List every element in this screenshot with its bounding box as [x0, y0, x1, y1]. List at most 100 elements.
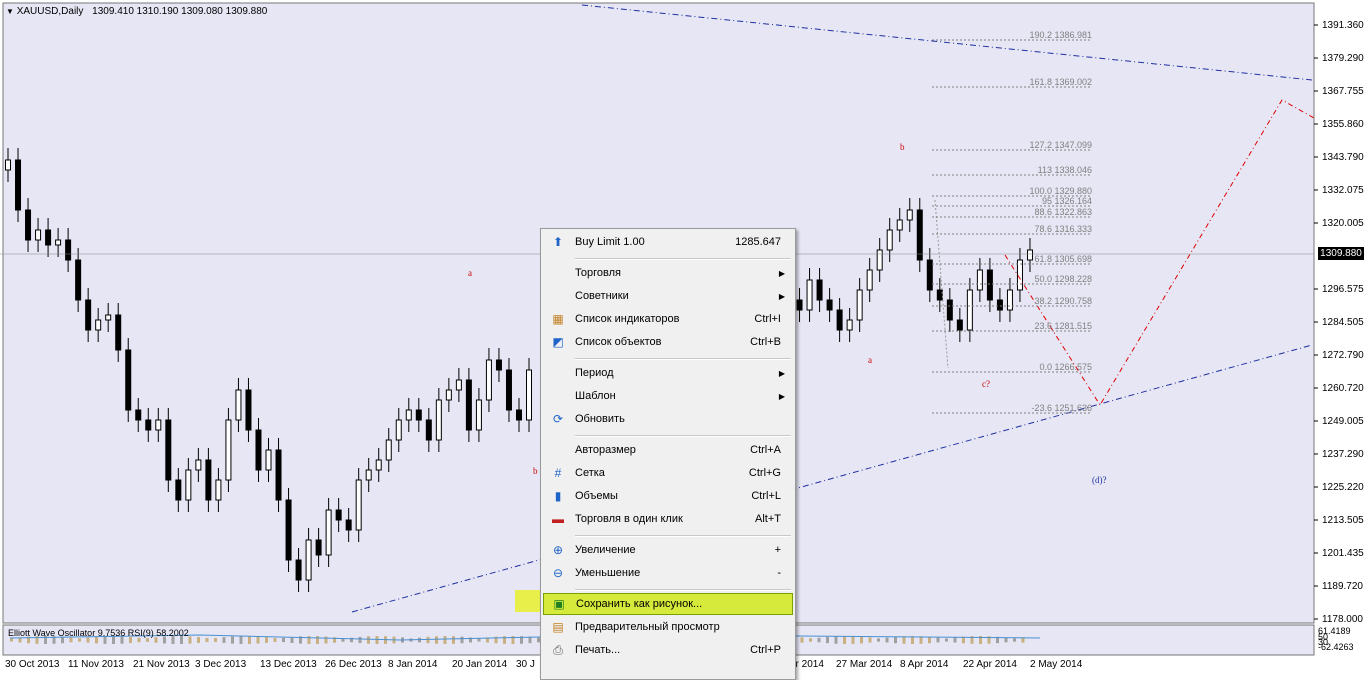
- time-tick-label: 30 Oct 2013: [5, 659, 60, 670]
- candle-body: [515, 409, 522, 421]
- oscillator-bar: [1013, 638, 1016, 642]
- candle-body: [25, 209, 32, 241]
- time-tick-label: 2 May 2014: [1030, 659, 1083, 670]
- menu-item-объемы[interactable]: ▮ Объемы Ctrl+L: [543, 485, 793, 507]
- candle-body: [415, 409, 422, 421]
- candle-body: [275, 449, 282, 501]
- time-tick-label: 21 Nov 2013: [133, 659, 190, 670]
- candle-body: [75, 259, 82, 301]
- price-tick-label: 1260.720: [1322, 383, 1364, 394]
- menu-item-сохранить-как-рисунок[interactable]: ▣ Сохранить как рисунок...: [543, 593, 793, 615]
- menu-item-no-icon: [543, 439, 573, 461]
- candle-body: [455, 379, 462, 391]
- oscillator-bar: [860, 636, 863, 644]
- candle-body: [846, 319, 853, 331]
- refresh-icon: ⟳: [552, 412, 564, 426]
- wave-label: b: [900, 142, 905, 152]
- chart-title: ▼ XAUUSD,Daily 1309.410 1310.190 1309.08…: [6, 6, 267, 17]
- candle-body: [966, 289, 973, 331]
- candle-body: [65, 239, 72, 261]
- candle-body: [205, 459, 212, 501]
- menu-item-торговля[interactable]: Торговля ▶: [543, 262, 793, 284]
- menu-item-сетка[interactable]: # Сетка Ctrl+G: [543, 462, 793, 484]
- oscillator-bar: [231, 636, 234, 644]
- price-tick-label: 1284.505: [1322, 317, 1364, 328]
- time-tick-label: 20 Jan 2014: [452, 659, 507, 670]
- fib-level-label: 127.2 1347.099: [1029, 140, 1092, 150]
- context-menu[interactable]: ⬆ Buy Limit 1.00 1285.647 Торговля ▶ Советник…: [540, 228, 796, 680]
- oscillator-bar: [809, 638, 812, 642]
- price-tick-label: 1355.860: [1322, 119, 1364, 130]
- zoom-out-icon: ⊖: [552, 566, 564, 580]
- time-tick-label: 30 J: [516, 659, 535, 670]
- menu-item-уменьшение[interactable]: ⊖ Уменьшение -: [543, 562, 793, 584]
- price-tick-label: 1379.290: [1322, 53, 1364, 64]
- menu-item-label: Список объектов: [575, 336, 662, 348]
- price-tick-label: 1249.005: [1322, 416, 1364, 427]
- menu-item-список-объектов[interactable]: ◩ Список объектов Ctrl+B: [543, 331, 793, 353]
- fib-level-label: 113 1338.046: [1038, 165, 1092, 175]
- candle-body: [175, 479, 182, 501]
- candle-body: [1026, 249, 1033, 261]
- candle-body: [325, 509, 332, 556]
- oscillator-bar: [282, 637, 285, 643]
- time-tick-label: 13 Dec 2013: [260, 659, 317, 670]
- candle-body: [876, 249, 883, 271]
- fib-level-label: 23.6 1281.515: [1034, 321, 1092, 331]
- time-tick-label: 27 Mar 2014: [836, 659, 893, 670]
- menu-item-shortcut: Ctrl+A: [750, 444, 781, 456]
- candle-body: [265, 449, 272, 471]
- menu-item-период[interactable]: Период ▶: [543, 362, 793, 384]
- price-tick-label: 1320.005: [1322, 218, 1364, 229]
- candle-body: [906, 209, 913, 221]
- menu-item-shortcut: Ctrl+L: [751, 490, 781, 502]
- price-tick-label: 1391.360: [1322, 20, 1364, 31]
- candle-body: [946, 299, 953, 321]
- menu-item-buy-limit-1-00[interactable]: ⬆ Buy Limit 1.00 1285.647: [543, 231, 793, 253]
- price-tick-label: 1213.505: [1322, 515, 1364, 526]
- oscillator-bar: [834, 636, 838, 644]
- grid-icon: #: [554, 466, 562, 480]
- price-tick-label: 1178.000: [1322, 614, 1363, 625]
- objects-list-icon: ◩: [552, 335, 564, 349]
- fib-level-label: 0.0 1266.575: [1039, 362, 1092, 372]
- candle-body: [85, 299, 92, 331]
- candle-body: [806, 279, 813, 311]
- oscillator-bar: [460, 636, 464, 644]
- menu-item-торговля-в-один-клик[interactable]: ▬ Торговля в один клик Alt+T: [543, 508, 793, 530]
- candle-body: [55, 239, 62, 246]
- candle-body: [816, 279, 823, 301]
- candle-body: [465, 379, 472, 431]
- wave-label: c?: [982, 379, 990, 389]
- candle-body: [475, 399, 482, 431]
- oscillator-bar: [188, 636, 192, 644]
- menu-item-авторазмер[interactable]: Авторазмер Ctrl+A: [543, 439, 793, 461]
- oscillator-bar: [953, 637, 957, 643]
- menu-item-список-индикаторов[interactable]: ▦ Список индикаторов Ctrl+I: [543, 308, 793, 330]
- candle-body: [916, 209, 923, 261]
- menu-item-шаблон[interactable]: Шаблон ▶: [543, 385, 793, 407]
- menu-item-советники[interactable]: Советники ▶: [543, 285, 793, 307]
- candle-body: [926, 259, 933, 291]
- candle-body: [195, 459, 202, 471]
- menu-item-label: Торговля в один клик: [575, 513, 683, 525]
- menu-item-увеличение[interactable]: ⊕ Увеличение +: [543, 539, 793, 561]
- menu-item-обновить[interactable]: ⟳ Обновить: [543, 408, 793, 430]
- candle-body: [505, 369, 512, 411]
- time-tick-label: 8 Jan 2014: [388, 659, 438, 670]
- oscillator-bar: [426, 636, 430, 644]
- fib-level-label: 61.8 1305.698: [1034, 254, 1092, 264]
- candle-body: [886, 229, 893, 251]
- menu-item-label: Период: [575, 367, 614, 379]
- menu-item-shortcut: Ctrl+G: [748, 467, 781, 479]
- candle-body: [956, 319, 963, 331]
- menu-item-печать[interactable]: ⎙ Печать... Ctrl+P: [543, 639, 793, 661]
- fib-level-label: 78.6 1316.333: [1034, 224, 1092, 234]
- print-icon: ⎙: [553, 642, 563, 657]
- price-tick-label: 1237.290: [1322, 449, 1364, 460]
- menu-item-предварительный-просмотр[interactable]: ▤ Предварительный просмотр: [543, 616, 793, 638]
- oscillator-bar: [146, 638, 149, 642]
- candle-body: [305, 539, 312, 581]
- fib-level-label: 50.0 1298.228: [1034, 274, 1092, 284]
- menu-separator: [575, 589, 791, 591]
